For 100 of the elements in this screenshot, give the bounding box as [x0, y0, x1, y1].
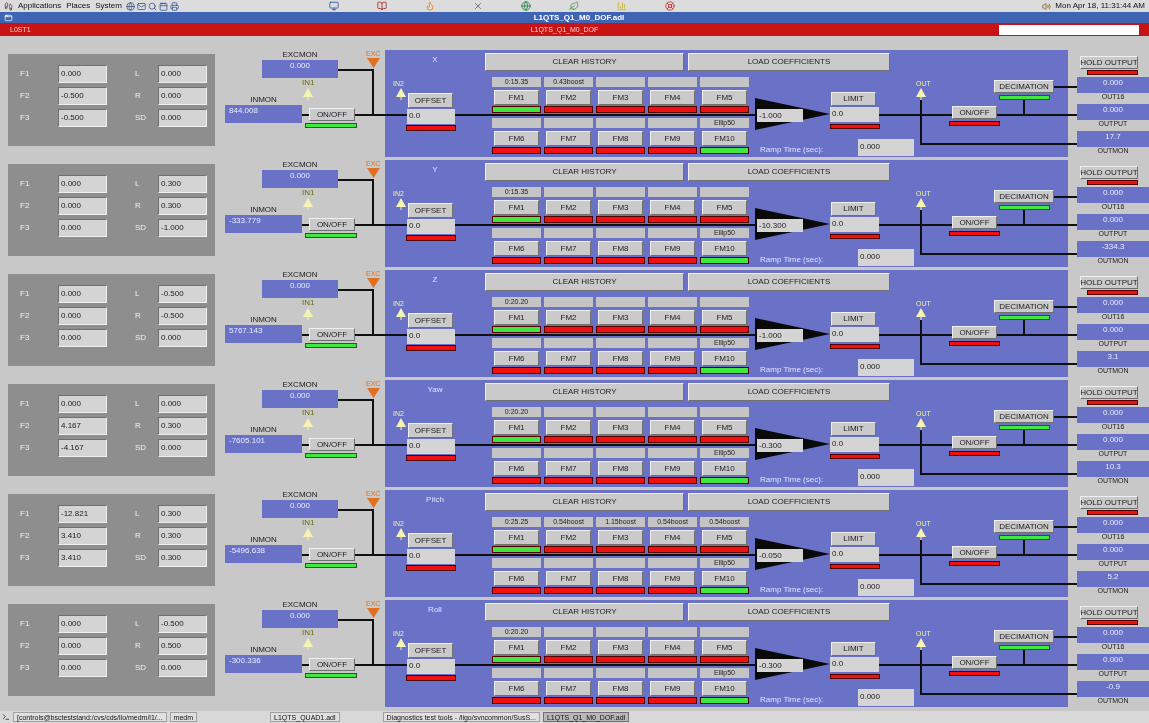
number-field[interactable]: 4.167: [58, 417, 107, 435]
limit-button[interactable]: LIMIT: [831, 92, 876, 106]
input-switch-button[interactable]: ON/OFF: [309, 218, 355, 231]
clear-history-button[interactable]: CLEAR HISTORY: [485, 273, 684, 291]
filter-button[interactable]: FM6: [494, 571, 539, 586]
filter-button[interactable]: FM8: [598, 241, 643, 256]
filter-button[interactable]: FM10: [702, 351, 747, 366]
output-switch-button[interactable]: ON/OFF: [952, 546, 997, 559]
filter-button[interactable]: FM4: [650, 310, 695, 325]
flame-icon[interactable]: [424, 1, 435, 11]
filter-button[interactable]: FM1: [494, 90, 539, 105]
number-field[interactable]: 0.000: [58, 615, 107, 633]
filter-button[interactable]: FM1: [494, 310, 539, 325]
hold-output-button[interactable]: HOLD OUTPUT: [1080, 166, 1138, 179]
filter-button[interactable]: FM6: [494, 351, 539, 366]
input-switch-button[interactable]: ON/OFF: [309, 658, 355, 671]
filter-button[interactable]: FM10: [702, 681, 747, 696]
limit-field[interactable]: 0.0: [830, 437, 879, 452]
filter-button[interactable]: FM3: [598, 530, 643, 545]
load-coefficients-button[interactable]: LOAD COEFFICIENTS: [688, 493, 890, 511]
hold-output-button[interactable]: HOLD OUTPUT: [1080, 386, 1138, 399]
clear-history-button[interactable]: CLEAR HISTORY: [485, 163, 684, 181]
lifebuoy-icon[interactable]: [664, 1, 675, 11]
filter-button[interactable]: FM2: [546, 310, 591, 325]
filter-button[interactable]: FM3: [598, 200, 643, 215]
number-field[interactable]: 0.000: [58, 329, 107, 347]
filter-button[interactable]: FM4: [650, 90, 695, 105]
hold-output-button[interactable]: HOLD OUTPUT: [1080, 276, 1138, 289]
filter-button[interactable]: FM9: [650, 461, 695, 476]
number-field[interactable]: 0.300: [158, 505, 207, 523]
number-field[interactable]: 0.000: [58, 197, 107, 215]
number-field[interactable]: 0.000: [158, 395, 207, 413]
clear-history-button[interactable]: CLEAR HISTORY: [485, 383, 684, 401]
monitor-icon[interactable]: [328, 1, 339, 11]
filter-button[interactable]: FM5: [702, 310, 747, 325]
gain-field[interactable]: -0.300: [757, 439, 803, 452]
filter-button[interactable]: FM7: [546, 131, 591, 146]
number-field[interactable]: -1.000: [158, 219, 207, 237]
offset-button[interactable]: OFFSET: [408, 533, 453, 548]
gain-field[interactable]: -1.000: [757, 109, 803, 122]
limit-field[interactable]: 0.0: [830, 327, 879, 342]
foot-icon[interactable]: [4, 1, 13, 11]
load-coefficients-button[interactable]: LOAD COEFFICIENTS: [688, 383, 890, 401]
decimation-button[interactable]: DECIMATION: [994, 300, 1054, 313]
panel-menu[interactable]: System: [95, 2, 122, 10]
panel-menu[interactable]: Places: [66, 2, 91, 10]
filter-button[interactable]: FM10: [702, 571, 747, 586]
hold-output-button[interactable]: HOLD OUTPUT: [1080, 496, 1138, 509]
panel-clock[interactable]: Mon Apr 18, 11:31:44 AM: [1055, 2, 1145, 10]
decimation-button[interactable]: DECIMATION: [994, 520, 1054, 533]
filter-button[interactable]: FM5: [702, 640, 747, 655]
number-field[interactable]: 0.500: [158, 637, 207, 655]
number-field[interactable]: 0.300: [158, 197, 207, 215]
filter-button[interactable]: FM6: [494, 241, 539, 256]
clear-history-button[interactable]: CLEAR HISTORY: [485, 53, 684, 71]
filter-button[interactable]: FM8: [598, 131, 643, 146]
limit-field[interactable]: 0.0: [830, 547, 879, 562]
number-field[interactable]: 0.000: [158, 659, 207, 677]
number-field[interactable]: 0.000: [58, 307, 107, 325]
filter-button[interactable]: FM2: [546, 530, 591, 545]
decimation-button[interactable]: DECIMATION: [994, 410, 1054, 423]
filter-button[interactable]: FM3: [598, 420, 643, 435]
ramp-time-field[interactable]: 0.000: [858, 359, 914, 376]
decimation-button[interactable]: DECIMATION: [994, 630, 1054, 643]
calendar-icon[interactable]: [158, 1, 168, 11]
decimation-button[interactable]: DECIMATION: [994, 80, 1054, 93]
number-field[interactable]: 3.410: [58, 527, 107, 545]
number-field[interactable]: 0.000: [58, 285, 107, 303]
number-field[interactable]: 0.300: [158, 527, 207, 545]
filter-button[interactable]: FM4: [650, 640, 695, 655]
number-field[interactable]: -12.821: [58, 505, 107, 523]
offset-button[interactable]: OFFSET: [408, 203, 453, 218]
filter-button[interactable]: FM8: [598, 571, 643, 586]
filter-button[interactable]: FM7: [546, 681, 591, 696]
output-switch-button[interactable]: ON/OFF: [952, 656, 997, 669]
filter-button[interactable]: FM1: [494, 200, 539, 215]
gain-field[interactable]: -0.050: [757, 549, 803, 562]
hold-output-button[interactable]: HOLD OUTPUT: [1080, 56, 1138, 69]
filter-button[interactable]: FM7: [546, 461, 591, 476]
filter-button[interactable]: FM9: [650, 681, 695, 696]
limit-button[interactable]: LIMIT: [831, 422, 876, 436]
filter-button[interactable]: FM6: [494, 461, 539, 476]
window-menu-icon[interactable]: [4, 13, 13, 22]
limit-field[interactable]: 0.0: [830, 217, 879, 232]
search-icon[interactable]: [147, 1, 157, 11]
offset-field[interactable]: 0.0: [407, 439, 455, 454]
number-field[interactable]: -0.500: [58, 109, 107, 127]
number-field[interactable]: 0.000: [58, 637, 107, 655]
clear-history-button[interactable]: CLEAR HISTORY: [485, 603, 684, 621]
gain-field[interactable]: -0.300: [757, 659, 803, 672]
offset-field[interactable]: 0.0: [407, 549, 455, 564]
filter-button[interactable]: FM7: [546, 571, 591, 586]
clear-history-button[interactable]: CLEAR HISTORY: [485, 493, 684, 511]
filter-button[interactable]: FM9: [650, 351, 695, 366]
number-field[interactable]: 0.000: [58, 175, 107, 193]
decimation-button[interactable]: DECIMATION: [994, 190, 1054, 203]
book-icon[interactable]: [376, 1, 387, 11]
mail-icon[interactable]: [136, 1, 146, 11]
printer-icon[interactable]: [169, 1, 179, 11]
filter-button[interactable]: FM2: [546, 640, 591, 655]
